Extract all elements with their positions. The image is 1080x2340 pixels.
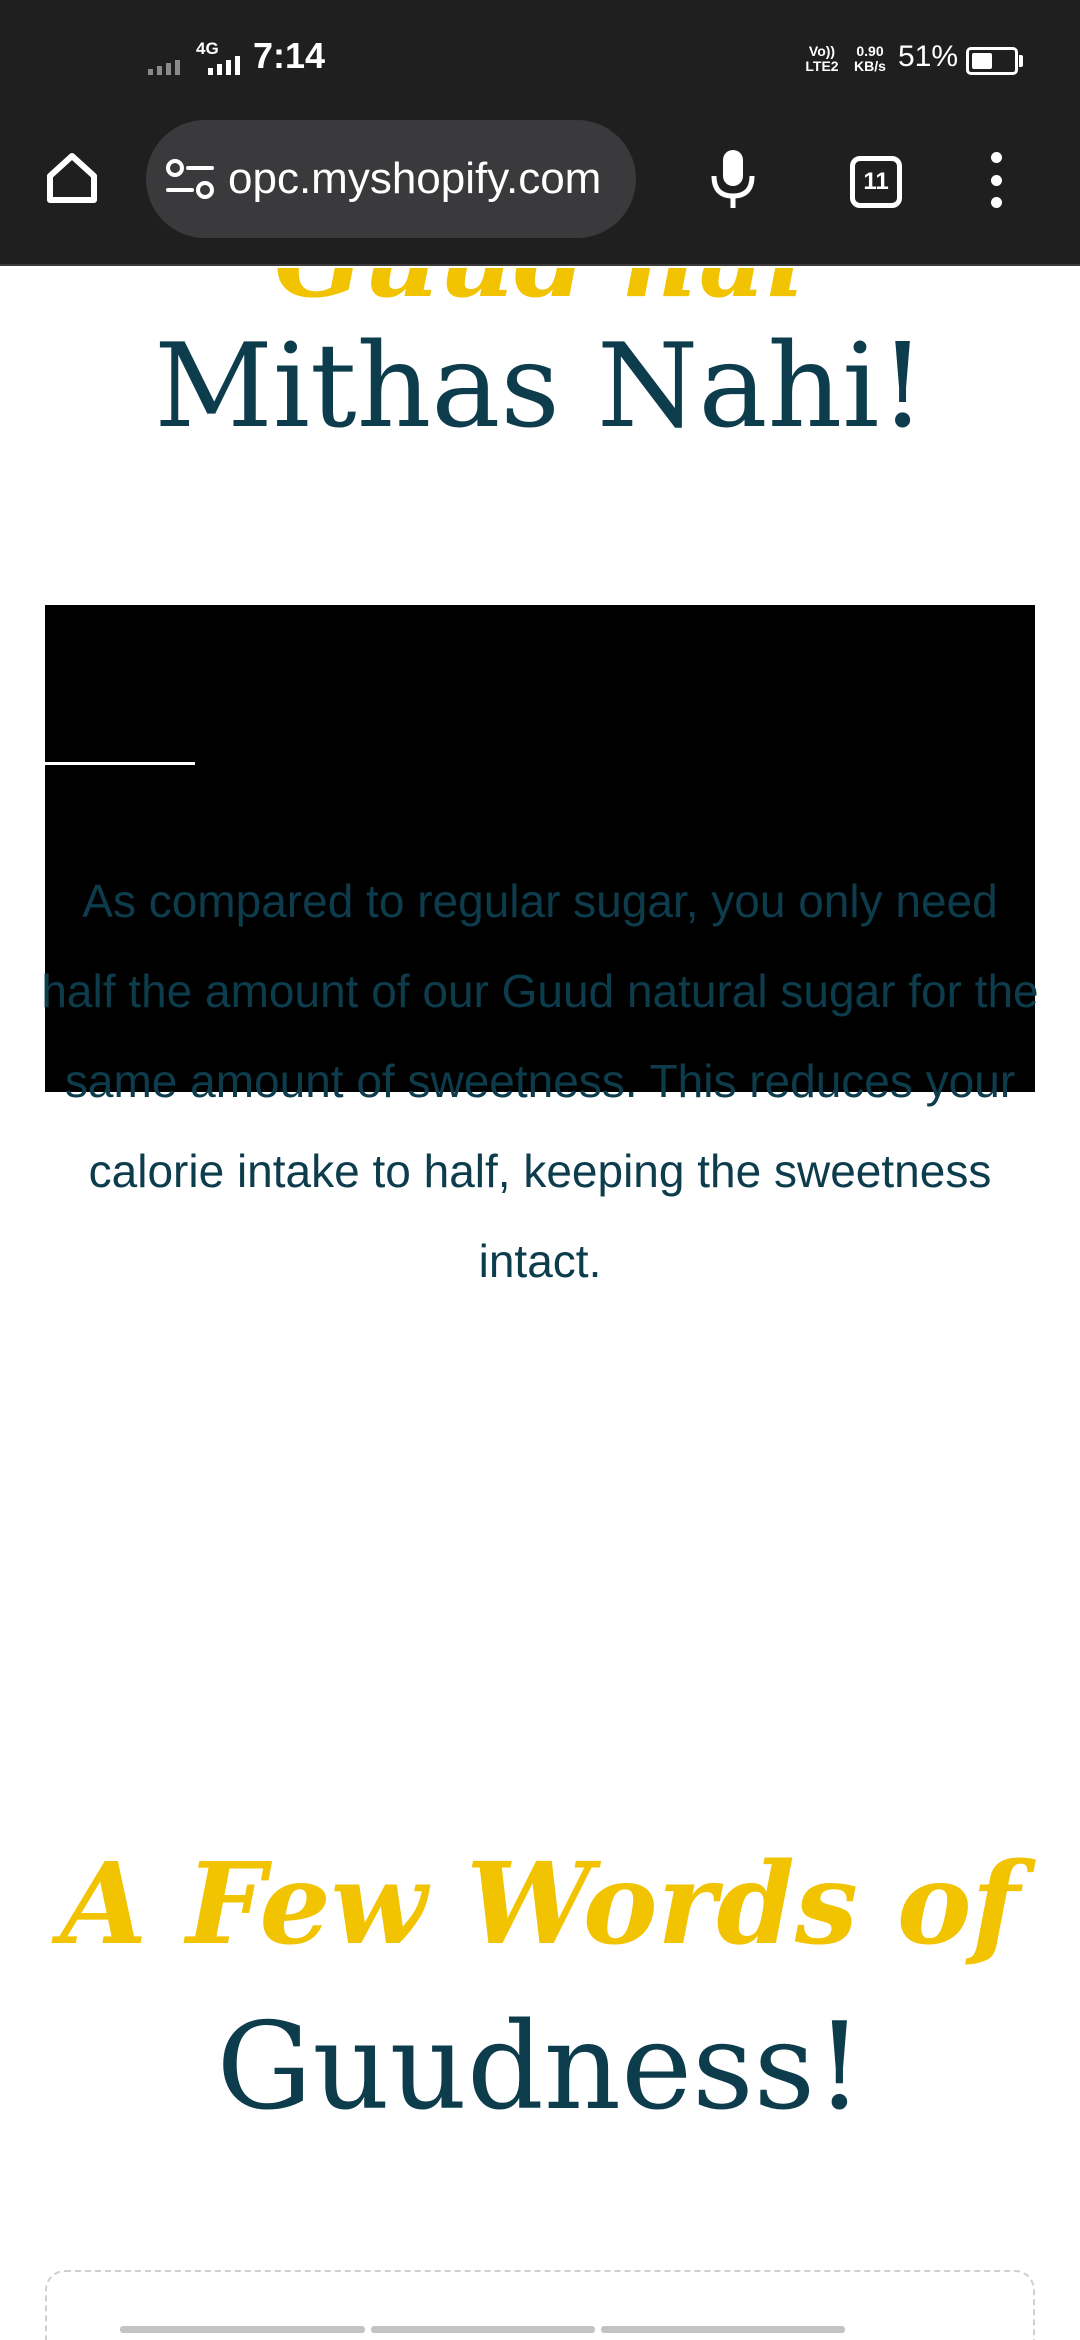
headline-script-text: Guud hai Guudness, (0, 268, 1080, 308)
battery-icon (966, 47, 1018, 75)
card-placeholder-lines (120, 2326, 845, 2333)
clock: 7:14 (253, 35, 326, 76)
volte-indicator: Vo)) LTE2 (800, 44, 844, 74)
headline-main: Mithas Nahi! (154, 319, 926, 454)
divider-line (45, 762, 195, 765)
address-bar[interactable]: opc.myshopify.com (146, 120, 636, 238)
headline-script-partial: Guud hai Guudness, (0, 268, 1080, 308)
browser-toolbar: opc.myshopify.com 11 (0, 120, 1080, 266)
network-speed-unit: KB/s (854, 58, 886, 74)
network-type: 4G (196, 39, 219, 58)
volte-label: Vo)) (808, 43, 836, 59)
site-settings-icon[interactable] (164, 157, 216, 201)
url-text[interactable]: opc.myshopify.com (228, 156, 620, 202)
status-bar: 4G 7:14 Vo)) LTE2 0.90 KB/s 51% (0, 0, 1080, 120)
home-icon[interactable] (42, 148, 102, 208)
more-menu-icon[interactable] (985, 152, 1007, 208)
section-main-heading: Guudness! (216, 1998, 864, 2137)
lte-label: LTE2 (805, 58, 839, 74)
sim2-signal-icon (208, 56, 240, 75)
tab-switcher-button[interactable]: 11 (850, 156, 902, 208)
body-paragraph: As compared to regular sugar, you only n… (41, 875, 1039, 1287)
microphone-icon[interactable] (705, 148, 761, 210)
battery-percent: 51% (898, 40, 959, 73)
network-speed: 0.90 KB/s (848, 44, 892, 74)
sim1-signal-icon (148, 60, 180, 75)
section-script-heading: A Few Words of (60, 1839, 1020, 1970)
network-speed-value: 0.90 (856, 43, 884, 59)
battery-tip (1019, 55, 1023, 67)
